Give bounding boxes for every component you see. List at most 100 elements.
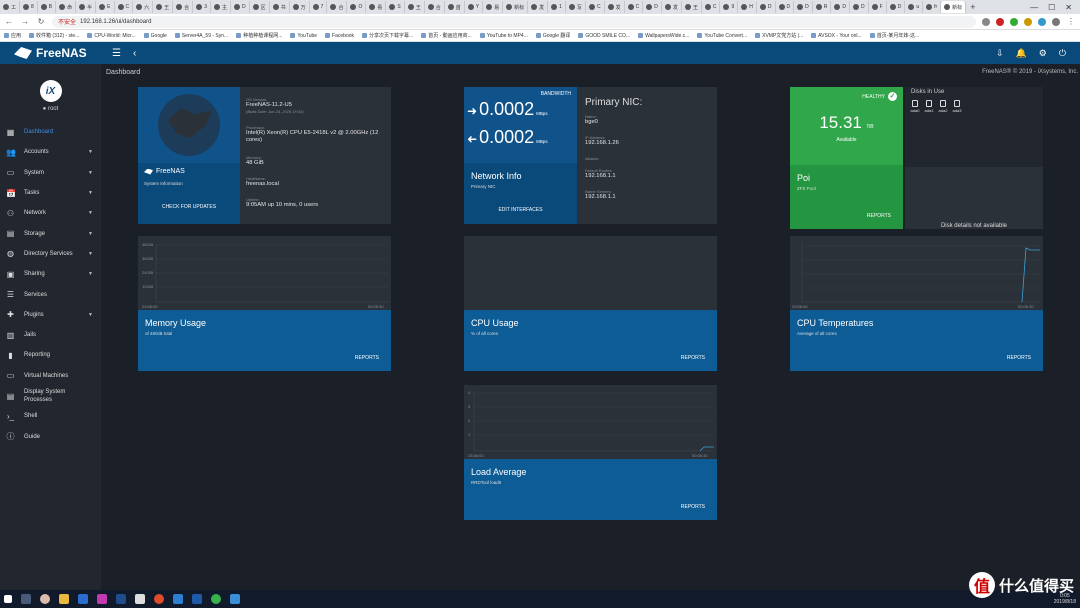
profile-avatar-icon[interactable] [1052,17,1060,26]
browser-tab[interactable]: 六 [133,1,154,13]
sidebar-item-directory-services[interactable]: ◍ Directory Services ▼ [0,244,101,264]
sidebar-item-sharing[interactable]: ▣ Sharing ▼ [0,264,101,284]
hamburger-menu-icon[interactable]: ☰ [112,48,121,59]
browser-tab[interactable]: D [757,1,776,13]
browser-tab[interactable]: 1 [548,1,566,13]
browser-tab[interactable]: E [96,1,115,13]
check-for-updates-button[interactable]: CHECK FOR UPDATES [138,204,240,210]
power-icon[interactable]: ⏻ [1059,48,1066,59]
browser-tab[interactable]: 合 [173,1,194,13]
browser-tab[interactable]: O [347,1,367,13]
browser-tab[interactable]: C [625,1,644,13]
browser-tab[interactable]: 万 [290,1,310,13]
sidebar-item-jails[interactable]: ▥ Jails [0,325,101,345]
bookmark-item[interactable]: WallpapersWide.c... [638,33,689,39]
minimize-icon[interactable]: — [1030,3,1038,12]
sidebar-item-plugins[interactable]: ✚ Plugins ▼ [0,305,101,325]
bookmark-item[interactable]: 分享次页下载字幕... [362,32,413,39]
bookmark-item[interactable]: Facebook [325,33,354,39]
load-reports-button[interactable]: REPORTS [681,504,705,510]
browser-tab[interactable]: 首 [445,1,465,13]
browser-tab[interactable]: 新标 [941,1,967,13]
app-icon[interactable] [78,594,88,604]
sidebar-item-system[interactable]: ▭ System ▼ [0,163,101,183]
close-icon[interactable]: ✕ [1065,3,1072,12]
browser-tab[interactable]: D [831,1,851,13]
pool-reports-button[interactable]: REPORTS [867,213,891,219]
sidebar-item-reporting[interactable]: ▮ Reporting [0,345,101,365]
mail-icon[interactable] [135,594,145,604]
bookmark-item[interactable]: XVMP文党方站 |... [755,32,803,39]
browser-tab[interactable]: 3 [193,1,211,13]
sidebar-item-services[interactable]: ☰ Services [0,284,101,304]
browser-tab[interactable]: 写 [566,1,586,13]
sidebar-item-storage[interactable]: ▤ Storage ▼ [0,223,101,243]
browser-tab[interactable]: C [115,1,134,13]
sidebar-item-accounts[interactable]: 👥 Accounts ▼ [0,142,101,162]
file-explorer-icon[interactable] [59,594,69,604]
extension-icon[interactable] [996,17,1004,26]
browser-tab[interactable]: D [794,1,813,13]
reload-icon[interactable]: ↻ [36,17,46,26]
bookmark-item[interactable]: YouTube [290,33,317,39]
bookmark-item[interactable]: Google 翻译 [535,32,570,39]
browser-tab[interactable]: H [738,1,757,13]
sidebar-item-shell[interactable]: ›_ Shell [0,406,101,426]
browser-tab[interactable]: 7 [310,1,328,13]
sidebar-item-dashboard[interactable]: ▦ Dashboard [0,122,101,142]
browser-tab[interactable]: 工 [0,1,21,13]
bookmark-item[interactable]: Google [143,33,167,39]
browser-tab[interactable]: B [38,1,57,13]
sidebar-user[interactable]: ● root [0,106,101,112]
browser-tab[interactable]: 看 [366,1,387,13]
bookmark-item[interactable]: 首页-某月年妹-这... [869,32,919,39]
freenas-logo[interactable]: FreeNAS [0,46,100,60]
browser-tab[interactable]: 发 [605,1,625,13]
back-icon[interactable]: ← [4,17,14,26]
disk-item[interactable]: ada0 [909,100,921,113]
maximize-icon[interactable]: ☐ [1048,3,1055,12]
browser-tab[interactable]: D [231,1,250,13]
app-icon[interactable] [230,594,240,604]
browser-tab[interactable]: 新标 [503,1,529,13]
browser-tab[interactable]: 区 [250,1,270,13]
browser-tab[interactable]: 易 [483,1,504,13]
browser-tab[interactable]: D [887,1,906,13]
notifications-bell-icon[interactable]: 🔔 [1016,48,1027,59]
browser-tab[interactable]: Y [465,1,484,13]
disk-item[interactable]: ada1 [923,100,935,113]
browser-tab[interactable]: 命 [56,1,77,13]
browser-tab[interactable]: S [386,1,405,13]
forward-icon[interactable]: → [20,17,30,26]
bookmark-item[interactable]: CPU-World: Micr... [87,33,136,39]
browser-tab[interactable]: C [586,1,605,13]
sidebar-item-tasks[interactable]: 📅 Tasks ▼ [0,183,101,203]
extension-icon[interactable] [1010,17,1018,26]
browser-tab[interactable]: 王 [405,1,425,13]
word-icon[interactable] [192,594,202,604]
browser-tab[interactable]: 9 [720,1,739,13]
bookmark-item[interactable]: 种植种植课程网... [236,32,282,39]
task-view-icon[interactable] [21,594,31,604]
bookmark-item[interactable]: YouTube Convert... [697,33,747,39]
bookmark-item[interactable]: AVSOX - Your onl... [811,33,862,39]
browser-tab[interactable]: 书 [270,1,290,13]
bookmark-item[interactable]: 应用 [4,32,21,39]
app-icon[interactable] [116,594,126,604]
browser-tab[interactable]: R [813,1,832,13]
browser-tab[interactable]: D [850,1,869,13]
sidebar-item-display-system-processes[interactable]: ▤ Display System Processes [0,386,101,406]
sidebar-item-guide[interactable]: ⓘ Guide [0,426,101,446]
bookmark-item[interactable]: YouTube to MP4... [479,33,528,39]
browser-tab[interactable]: 半 [76,1,97,13]
browser-tab[interactable]: 王 [153,1,174,13]
chrome-icon[interactable] [40,594,50,604]
edit-interfaces-button[interactable]: EDIT INTERFACES [464,207,577,213]
bookmark-item[interactable]: 首页 - 動画应用商... [421,32,472,39]
sidebar-item-virtual-machines[interactable]: ▭ Virtual Machines [0,366,101,386]
bookmark-item[interactable]: 收件箱 (312) - ste... [29,32,79,39]
sidebar-item-network[interactable]: ⚇ Network ▼ [0,203,101,223]
browser-tab[interactable]: D [776,1,795,13]
browser-tab[interactable]: 8 [20,1,38,13]
new-tab-button[interactable]: + [966,2,979,12]
